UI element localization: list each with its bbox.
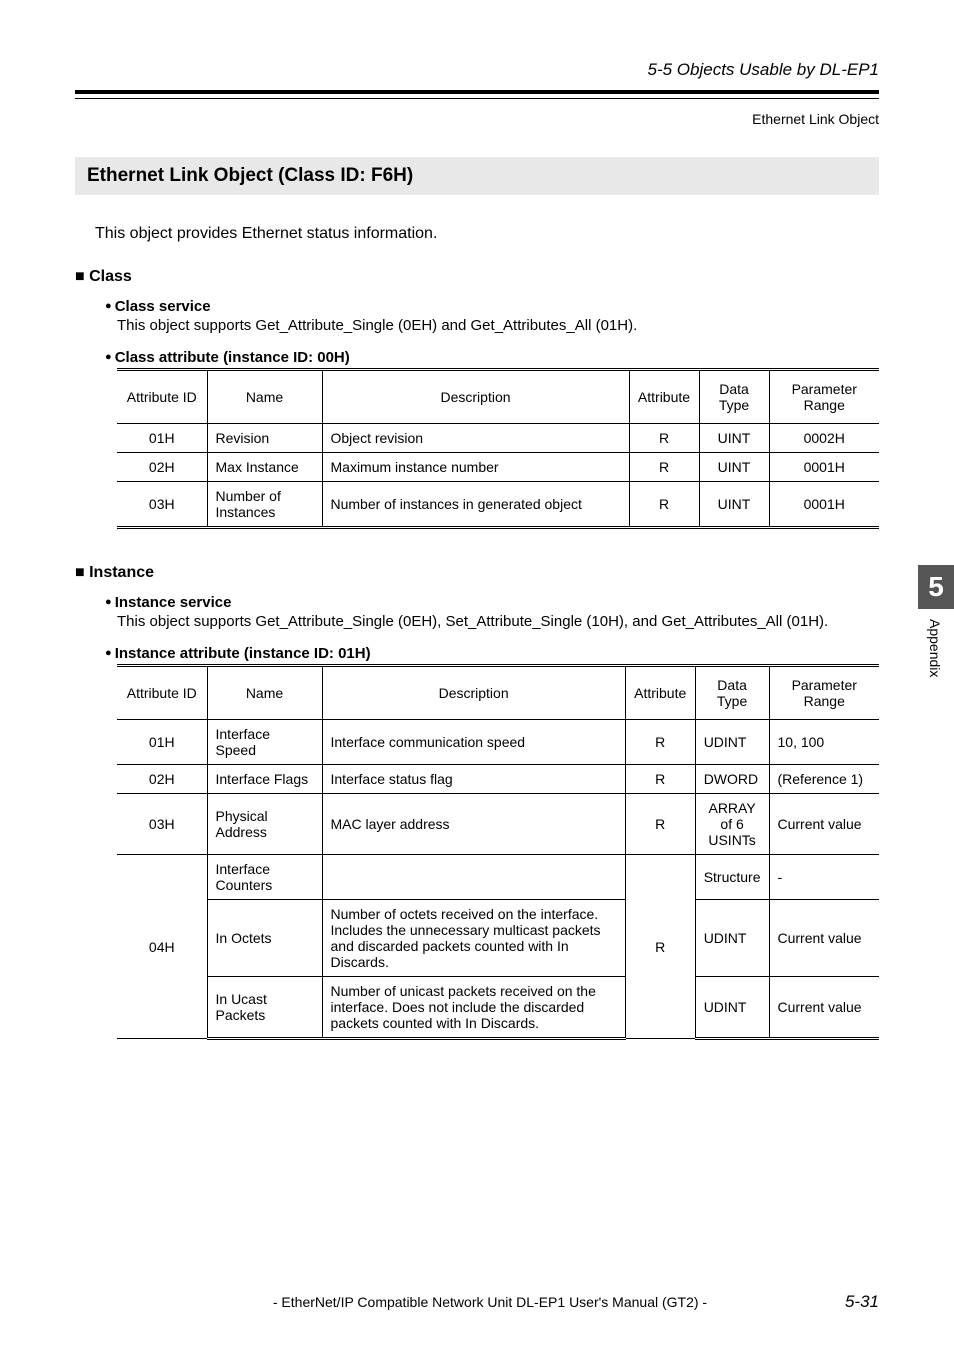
cell-type: DWORD (695, 765, 769, 794)
instance-service-text: This object supports Get_Attribute_Singl… (117, 613, 879, 630)
table-row: 01H Revision Object revision R UINT 0002… (117, 424, 879, 453)
cell-name: Interface Speed (207, 720, 322, 765)
cell-range: (Reference 1) (769, 765, 879, 794)
chapter-label: Appendix (918, 609, 952, 699)
table-header-row: Attribute ID Name Description Attribute … (117, 666, 879, 720)
table-header-row: Attribute ID Name Description Attribute … (117, 370, 879, 424)
cell-name: Max Instance (207, 453, 322, 482)
cell-desc: Interface communication speed (322, 720, 625, 765)
col-name: Name (207, 666, 322, 720)
cell-desc: Maximum instance number (322, 453, 629, 482)
table-row: 03H Number of Instances Number of instan… (117, 482, 879, 528)
cell-type: Structure (695, 855, 769, 900)
col-name: Name (207, 370, 322, 424)
cell-desc: Number of instances in generated object (322, 482, 629, 528)
intro-text: This object provides Ethernet status inf… (95, 225, 879, 243)
instance-attr-label: Instance attribute (instance ID: 01H) (105, 645, 879, 662)
cell-type: UDINT (695, 720, 769, 765)
cell-attr: R (629, 482, 699, 528)
cell-range: 0001H (769, 482, 879, 528)
cell-type: UDINT (695, 900, 769, 977)
cell-range: 0001H (769, 453, 879, 482)
col-range: Parameter Range (769, 666, 879, 720)
cell-attr: R (629, 453, 699, 482)
cell-attr: R (625, 765, 695, 794)
footer-title: - EtherNet/IP Compatible Network Unit DL… (135, 1294, 845, 1310)
cell-desc: MAC layer address (322, 794, 625, 855)
cell-desc (322, 855, 625, 900)
cell-id: 03H (117, 482, 207, 528)
cell-id: 03H (117, 794, 207, 855)
cell-name: Number of Instances (207, 482, 322, 528)
table-row: 03H Physical Address MAC layer address R… (117, 794, 879, 855)
cell-name: Physical Address (207, 794, 322, 855)
cell-desc: Number of unicast packets received on th… (322, 977, 625, 1039)
chapter-number: 5 (918, 565, 954, 609)
instance-section-label: Instance (75, 564, 879, 582)
col-desc: Description (322, 370, 629, 424)
instance-service-label: Instance service (105, 594, 879, 611)
col-attr-id: Attribute ID (117, 666, 207, 720)
table-row: 02H Interface Flags Interface status fla… (117, 765, 879, 794)
cell-type: ARRAY of 6 USINTs (695, 794, 769, 855)
col-attr: Attribute (629, 370, 699, 424)
instance-attribute-table: Attribute ID Name Description Attribute … (117, 664, 879, 1040)
cell-type: UDINT (695, 977, 769, 1039)
chapter-tab: 5 Appendix (918, 565, 954, 699)
cell-attr: R (625, 794, 695, 855)
class-attr-label: Class attribute (instance ID: 00H) (105, 349, 879, 366)
cell-name: Interface Flags (207, 765, 322, 794)
cell-name: In Ucast Packets (207, 977, 322, 1039)
cell-desc: Object revision (322, 424, 629, 453)
cell-range: 10, 100 (769, 720, 879, 765)
cell-id: 01H (117, 424, 207, 453)
class-section-label: Class (75, 268, 879, 286)
cell-id: 04H (117, 855, 207, 1039)
cell-name: Interface Counters (207, 855, 322, 900)
col-desc: Description (322, 666, 625, 720)
col-type: Data Type (695, 666, 769, 720)
page-footer: - EtherNet/IP Compatible Network Unit DL… (75, 1292, 879, 1312)
cell-range: Current value (769, 977, 879, 1039)
table-row: In Octets Number of octets received on t… (117, 900, 879, 977)
table-row: 01H Interface Speed Interface communicat… (117, 720, 879, 765)
table-row: 02H Max Instance Maximum instance number… (117, 453, 879, 482)
class-attribute-table: Attribute ID Name Description Attribute … (117, 368, 879, 529)
cell-range: - (769, 855, 879, 900)
col-attr: Attribute (625, 666, 695, 720)
section-header: 5-5 Objects Usable by DL-EP1 (75, 60, 879, 80)
cell-type: UINT (699, 453, 769, 482)
class-service-label: Class service (105, 298, 879, 315)
table-row: 04H Interface Counters R Structure - (117, 855, 879, 900)
table-row: In Ucast Packets Number of unicast packe… (117, 977, 879, 1039)
cell-name: In Octets (207, 900, 322, 977)
header-divider (75, 90, 879, 99)
cell-attr: R (625, 855, 695, 1039)
cell-attr: R (625, 720, 695, 765)
cell-desc: Interface status flag (322, 765, 625, 794)
col-attr-id: Attribute ID (117, 370, 207, 424)
col-range: Parameter Range (769, 370, 879, 424)
col-type: Data Type (699, 370, 769, 424)
subheader: Ethernet Link Object (75, 111, 879, 127)
cell-desc: Number of octets received on the interfa… (322, 900, 625, 977)
cell-range: 0002H (769, 424, 879, 453)
cell-range: Current value (769, 794, 879, 855)
cell-type: UINT (699, 424, 769, 453)
cell-id: 01H (117, 720, 207, 765)
cell-range: Current value (769, 900, 879, 977)
cell-id: 02H (117, 765, 207, 794)
page-title: Ethernet Link Object (Class ID: F6H) (75, 157, 879, 195)
class-service-text: This object supports Get_Attribute_Singl… (117, 317, 879, 334)
cell-type: UINT (699, 482, 769, 528)
page-number: 5-31 (845, 1292, 879, 1312)
cell-id: 02H (117, 453, 207, 482)
cell-name: Revision (207, 424, 322, 453)
cell-attr: R (629, 424, 699, 453)
